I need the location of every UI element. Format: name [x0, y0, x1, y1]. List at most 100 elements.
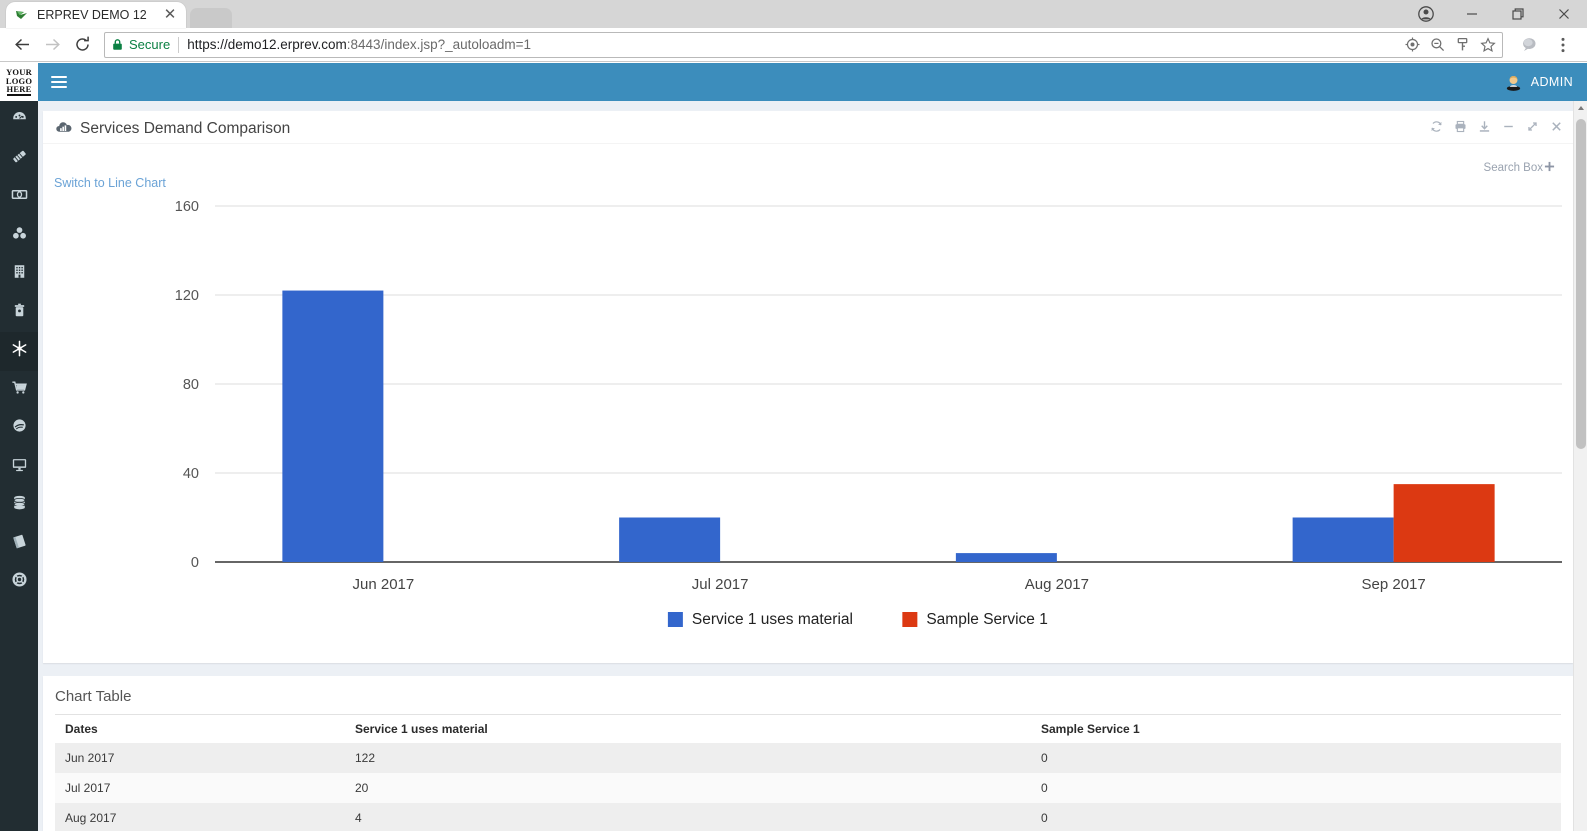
sidebar-item-sales[interactable] — [0, 371, 38, 410]
x-axis-tick-label: Sep 2017 — [1362, 576, 1426, 593]
plus-icon — [1544, 161, 1555, 175]
gauge-icon — [10, 108, 29, 132]
application-viewport: YOUR LOGO HERE ADMIN Services Demand Com… — [0, 63, 1587, 831]
sidebar-item-database[interactable] — [0, 486, 38, 525]
secure-label: Secure — [129, 37, 171, 52]
lifering-icon — [10, 570, 29, 594]
x-axis-tick-label: Jun 2017 — [353, 576, 415, 593]
bar[interactable] — [619, 517, 721, 563]
sidebar-item-finance[interactable] — [0, 178, 38, 217]
chart-table-section: Chart Table Dates Service 1 uses materia… — [43, 676, 1573, 831]
tag-icon — [10, 147, 29, 171]
search-box-toggle[interactable]: Search Box — [1484, 161, 1555, 175]
scrollbar-thumb[interactable] — [1576, 119, 1586, 449]
sidebar: YOUR LOGO HERE — [0, 63, 38, 831]
extension-icon[interactable] — [1515, 31, 1543, 59]
close-x-icon[interactable] — [1550, 120, 1563, 138]
lock-icon — [111, 38, 124, 51]
chart-canvas[interactable]: 0 40 80 120 160 Jun 2017 Jul 2017 Aug 2017 Sep 2… — [43, 192, 1573, 662]
bar-chart-cloud-icon — [55, 119, 72, 139]
globe-disc-icon — [10, 416, 29, 440]
chart-table-title: Chart Table — [55, 688, 132, 705]
switch-to-line-chart-link[interactable]: Switch to Line Chart — [54, 176, 166, 190]
y-axis-tick-label: 0 — [191, 555, 199, 571]
sidebar-item-inventory[interactable] — [0, 217, 38, 256]
logo[interactable]: YOUR LOGO HERE — [0, 63, 38, 101]
three-dot-menu-icon[interactable] — [1549, 31, 1577, 59]
reload-icon[interactable] — [68, 31, 96, 59]
bar[interactable] — [955, 553, 1057, 562]
bar[interactable] — [1292, 517, 1394, 563]
sidebar-item-building[interactable] — [0, 255, 38, 294]
url-host: https://demo12.erprev.com — [187, 37, 347, 52]
minus-icon[interactable] — [1502, 120, 1515, 138]
download-icon[interactable] — [1478, 120, 1491, 138]
forward-arrow-icon[interactable] — [38, 31, 66, 59]
x-axis-tick-label: Jul 2017 — [692, 576, 749, 593]
sidebar-item-book[interactable] — [0, 525, 38, 564]
scroll-up-arrow-icon[interactable] — [1574, 101, 1587, 115]
column-header-dates: Dates — [55, 714, 345, 743]
legend-label[interactable]: Service 1 uses material — [692, 611, 853, 628]
table-cell: 0 — [1041, 811, 1048, 825]
sidebar-item-tickets[interactable] — [0, 140, 38, 179]
cart-icon — [10, 378, 29, 402]
snowflake-icon — [10, 339, 29, 363]
star-icon[interactable] — [1480, 36, 1496, 53]
table-header-row: Dates Service 1 uses material Sample Ser… — [55, 714, 1561, 743]
sidebar-item-trash[interactable] — [0, 294, 38, 333]
minimize-icon[interactable] — [1449, 0, 1495, 28]
table-header: Dates Service 1 uses material Sample Ser… — [55, 714, 1561, 743]
cubes-icon — [10, 224, 29, 248]
bar[interactable] — [1393, 484, 1495, 562]
close-icon[interactable] — [1541, 0, 1587, 28]
legend-swatch[interactable] — [667, 612, 683, 627]
sidebar-item-dashboard[interactable] — [0, 101, 38, 140]
zoom-out-icon[interactable] — [1430, 37, 1445, 52]
panel-header: Services Demand Comparison — [43, 114, 1573, 144]
table-row: Aug 2017 4 0 — [55, 803, 1561, 831]
x-axis-tick-label: Aug 2017 — [1025, 576, 1089, 593]
maximize-icon[interactable] — [1495, 0, 1541, 28]
money-icon — [10, 185, 29, 209]
sidebar-item-support[interactable] — [0, 563, 38, 602]
legend-label[interactable]: Sample Service 1 — [926, 611, 1047, 628]
extension-area — [1509, 31, 1579, 59]
bar[interactable] — [282, 290, 384, 562]
key-icon[interactable] — [1455, 37, 1470, 52]
printer-icon[interactable] — [1454, 120, 1467, 138]
back-arrow-icon[interactable] — [8, 31, 36, 59]
table-row: Jul 2017 20 0 — [55, 773, 1561, 803]
table-cell: Jun 2017 — [65, 751, 115, 765]
address-bar[interactable]: Secure https://demo12.erprev.com:8443/in… — [104, 31, 1503, 58]
browser-tab[interactable]: ERPREV DEMO 12 ✕ — [6, 2, 186, 28]
sidebar-item-monitor[interactable] — [0, 448, 38, 487]
menu-toggle-button[interactable] — [38, 63, 80, 101]
panel-body: Search Box Switch to Line Chart 0 40 80 120… — [43, 144, 1573, 664]
y-axis-tick-label: 120 — [175, 288, 199, 304]
logo-line-3: HERE — [6, 84, 32, 96]
bar-chart[interactable]: 0 40 80 120 160 Jun 2017 Jul 2017 Aug 2017 Sep 2… — [43, 192, 1573, 662]
sidebar-item-services[interactable] — [0, 332, 38, 371]
page-scrollbar[interactable] — [1573, 101, 1587, 831]
avatar — [1504, 73, 1523, 92]
table-row: Jun 2017 122 0 — [55, 743, 1561, 773]
tab-title: ERPREV DEMO 12 — [37, 8, 147, 22]
column-header-sample-service-1: Sample Service 1 — [1031, 714, 1561, 743]
chart-panel: Services Demand Comparison Search Box Sw… — [43, 111, 1573, 663]
sidebar-item-web[interactable] — [0, 409, 38, 448]
browser-window: ERPREV DEMO 12 ✕ Secure https://demo12.e… — [0, 0, 1587, 831]
refresh-icon[interactable] — [1430, 120, 1443, 138]
profile-icon[interactable] — [1403, 0, 1449, 28]
expand-arrows-icon[interactable] — [1526, 120, 1539, 138]
book-icon — [10, 532, 29, 556]
url-text: https://demo12.erprev.com:8443/index.jsp… — [187, 37, 531, 52]
chart-table: Dates Service 1 uses material Sample Ser… — [55, 714, 1561, 831]
user-menu[interactable]: ADMIN — [1504, 73, 1587, 92]
table-cell: 122 — [355, 751, 376, 765]
tab-close-icon[interactable]: ✕ — [162, 7, 178, 23]
table-cell: 4 — [355, 811, 362, 825]
legend-swatch[interactable] — [902, 612, 918, 627]
new-tab-stub[interactable] — [190, 8, 232, 28]
location-target-icon[interactable] — [1405, 37, 1420, 52]
